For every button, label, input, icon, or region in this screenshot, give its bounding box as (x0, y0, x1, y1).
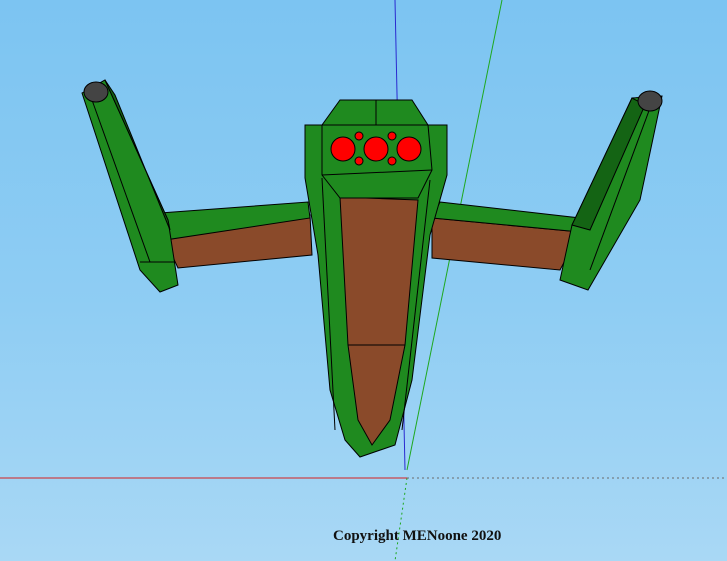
red-light-left (330, 136, 356, 162)
red-light-small-1 (354, 131, 364, 141)
y-axis-dotted (394, 477, 408, 561)
red-light-center (363, 136, 389, 162)
red-light-small-2 (387, 131, 397, 141)
cockpit-front (321, 124, 433, 199)
left-nacelle-cap (83, 81, 109, 103)
red-light-small-4 (387, 156, 397, 166)
right-nacelle (559, 95, 663, 291)
red-light-right (396, 136, 422, 162)
red-light-small-3 (354, 156, 364, 166)
cockpit-top (321, 99, 429, 126)
copyright-watermark: Copyright MENoone 2020 (333, 528, 502, 544)
right-nacelle-cap (637, 90, 663, 112)
model-scene (0, 0, 727, 561)
3d-viewport[interactable]: Copyright MENoone 2020 (0, 0, 727, 561)
